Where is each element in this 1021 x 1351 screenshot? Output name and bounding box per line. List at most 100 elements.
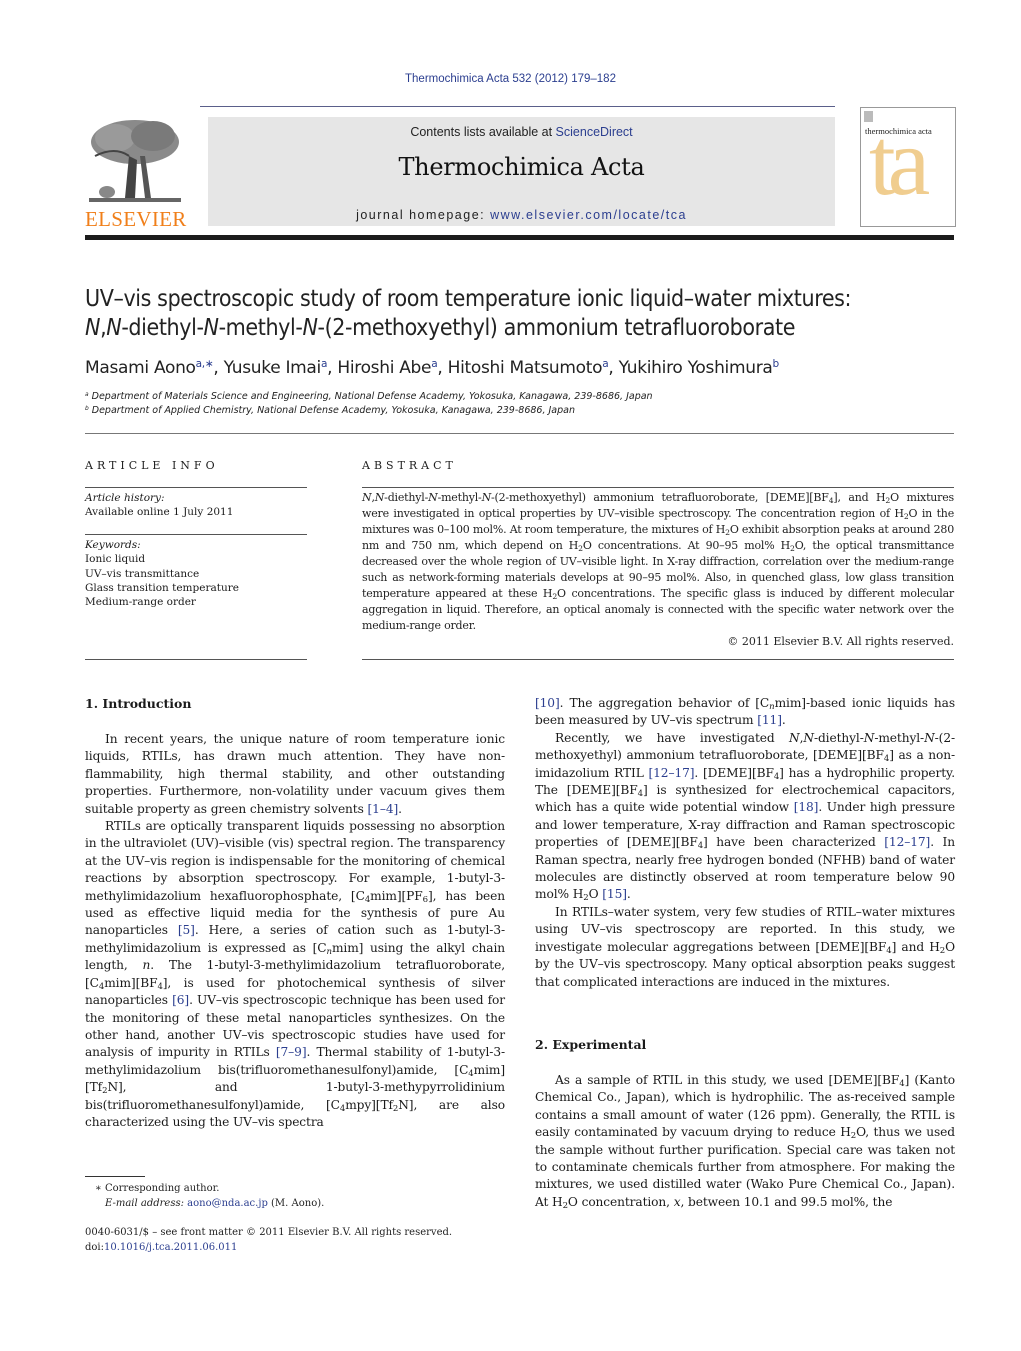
reference-link[interactable]: [11] — [757, 713, 782, 727]
italic-text: n — [142, 958, 151, 973]
reference-link[interactable]: [10] — [535, 696, 560, 710]
subscript: 4 — [883, 754, 890, 765]
keyword: Medium-range order — [85, 596, 196, 609]
subscript: 6 — [422, 894, 428, 905]
paragraph: [10]. The aggregation behavior of [Cnmim… — [535, 696, 956, 728]
author-affiliation-mark[interactable]: b — [773, 358, 780, 370]
author-name[interactable]: Hitoshi Matsumoto — [448, 358, 603, 378]
keyword: Glass transition temperature — [85, 581, 239, 594]
header-thick-rule — [85, 235, 954, 240]
divider — [85, 487, 307, 488]
italic-text: N — [924, 730, 935, 745]
journal-citation[interactable]: Thermochimica Acta 532 (2012) 179–182 — [0, 73, 1021, 85]
subscript: 2 — [562, 1200, 568, 1211]
section-heading-introduction: 1. Introduction — [85, 696, 192, 711]
subscript: 2 — [939, 945, 946, 956]
citation-link[interactable]: Thermochimica Acta 532 (2012) 179–182 — [405, 73, 616, 85]
title-italic-n: N — [203, 315, 219, 341]
article-title: UV–vis spectroscopic study of room tempe… — [85, 285, 965, 343]
title-text: -(2-methoxyethyl) ammonium tetrafluorobo… — [317, 315, 796, 341]
title-italic-n: N — [302, 315, 318, 341]
subscript: 4 — [899, 1079, 905, 1090]
title-text: -methyl- — [218, 315, 303, 341]
divider — [85, 659, 307, 660]
contents-prefix: Contents lists available at — [410, 125, 556, 139]
article-history: Article history: Available online 1 July… — [85, 491, 307, 519]
tree-icon — [89, 120, 181, 202]
abstract-copyright: © 2011 Elsevier B.V. All rights reserved… — [727, 635, 954, 648]
corresponding-author: ∗ Corresponding author. — [95, 1183, 220, 1194]
homepage-prefix: journal homepage: — [356, 208, 491, 222]
reference-link[interactable]: [12–17] — [649, 766, 695, 780]
front-matter: 0040-6031/$ – see front matter © 2011 El… — [85, 1225, 505, 1255]
subscript: 4 — [364, 894, 371, 905]
author-name[interactable]: Hiroshi Abe — [337, 358, 431, 378]
history-value: Available online 1 July 2011 — [85, 506, 234, 518]
front-matter-text: 0040-6031/$ – see front matter © 2011 El… — [85, 1227, 453, 1238]
affiliation: a Department of Materials Science and En… — [85, 391, 653, 402]
article-info-heading: ARTICLE INFO — [85, 459, 219, 472]
journal-cover[interactable]: ta thermochimica acta — [860, 107, 956, 227]
corresponding-footnote: ∗ Corresponding author. E-mail address: … — [85, 1181, 505, 1211]
subscript: 4 — [886, 945, 892, 956]
email-link[interactable]: aono@nda.ac.jp — [187, 1198, 268, 1209]
divider — [362, 659, 954, 660]
title-text: -diethyl- — [121, 315, 204, 341]
doi-link[interactable]: 10.1016/j.tca.2011.06.011 — [104, 1242, 237, 1253]
body-column-right: [10]. The aggregation behavior of [Cnmim… — [535, 695, 955, 991]
reference-link[interactable]: [15] — [602, 887, 627, 901]
paragraph: In RTILs–water system, very few studies … — [535, 904, 955, 989]
history-label: Article history: — [85, 492, 165, 504]
reference-link[interactable]: [6] — [172, 993, 189, 1007]
author-affiliation-mark[interactable]: a — [602, 358, 608, 370]
subscript: 4 — [468, 1068, 474, 1079]
subscript: 2 — [102, 1086, 108, 1097]
subscript: 4 — [157, 981, 163, 992]
italic-text: N — [803, 730, 814, 745]
keywords: Keywords: Ionic liquid UV–vis transmitta… — [85, 538, 307, 609]
author-name[interactable]: Masami Aono — [85, 358, 196, 378]
elsevier-logo[interactable]: ELSEVIER — [85, 116, 187, 232]
divider — [85, 534, 307, 535]
doi-line: doi:10.1016/j.tca.2011.06.011 — [85, 1240, 505, 1255]
contents-line: Contents lists available at ScienceDirec… — [208, 125, 835, 139]
italic-text: N — [863, 730, 875, 745]
email-label: E-mail address: — [105, 1198, 188, 1209]
paragraph: Recently, we have investigated N,N-dieth… — [535, 730, 955, 904]
abstract-text: N,N-diethyl-N-methyl-N-(2-methoxyethyl) … — [362, 491, 954, 632]
email-suffix: (M. Aono). — [267, 1198, 325, 1209]
author-affiliation-mark[interactable]: a — [321, 358, 327, 370]
paragraph: As a sample of RTIL in this study, we us… — [535, 1073, 955, 1211]
email-line: E-mail address: aono@nda.ac.jp (M. Aono)… — [85, 1196, 505, 1211]
reference-link[interactable]: [7–9] — [276, 1045, 307, 1059]
title-line-2: N,N-diethyl-N-methyl-N-(2-methoxyethyl) … — [85, 314, 965, 343]
author-affiliation-mark[interactable]: a,∗ — [196, 358, 214, 370]
subscript: 2 — [850, 1131, 857, 1142]
sciencedirect-link[interactable]: ScienceDirect — [556, 125, 633, 139]
body-column-right-experimental: As a sample of RTIL in this study, we us… — [535, 1072, 955, 1211]
homepage-link[interactable]: www.elsevier.com/locate/tca — [490, 208, 687, 222]
subscript: 4 — [637, 789, 643, 800]
reference-link[interactable]: [5] — [178, 923, 195, 937]
author-affiliation-mark[interactable]: a — [431, 358, 437, 370]
body-column-left: In recent years, the unique nature of ro… — [85, 731, 505, 1131]
author-name[interactable]: Yusuke Imai — [224, 358, 322, 378]
author-list: Masami Aonoa,∗, Yusuke Imaia, Hiroshi Ab… — [85, 358, 780, 378]
divider — [362, 487, 954, 488]
elsevier-wordmark: ELSEVIER — [85, 207, 187, 231]
subscript: 4 — [773, 771, 780, 782]
footnote-rule — [85, 1176, 145, 1177]
keywords-label: Keywords: — [85, 539, 141, 551]
reference-link[interactable]: [12–17] — [884, 835, 930, 849]
paragraph: In recent years, the unique nature of ro… — [85, 732, 505, 816]
reference-link[interactable]: [18] — [794, 800, 819, 814]
abstract-heading: ABSTRACT — [362, 459, 457, 472]
affiliation-rule — [85, 433, 954, 434]
homepage-line: journal homepage: www.elsevier.com/locat… — [208, 208, 835, 222]
keyword: UV–vis transmittance — [85, 567, 200, 580]
subscript: n — [326, 947, 333, 957]
author-name[interactable]: Yukihiro Yoshimura — [619, 358, 773, 378]
doi-prefix: doi: — [85, 1242, 104, 1253]
reference-link[interactable]: [1–4] — [368, 802, 399, 816]
affiliation-mark: b — [85, 405, 89, 412]
